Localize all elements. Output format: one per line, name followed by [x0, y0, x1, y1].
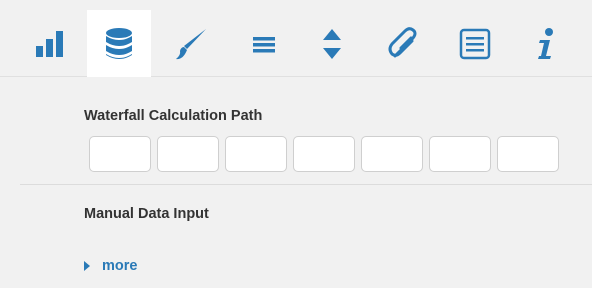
caret-right-icon — [84, 261, 90, 271]
manual-data-section-title: Manual Data Input — [84, 206, 209, 222]
more-toggle[interactable]: more — [84, 258, 137, 274]
path-input[interactable] — [293, 136, 355, 172]
path-input[interactable] — [89, 136, 151, 172]
path-input[interactable] — [225, 136, 287, 172]
tab-style[interactable] — [160, 10, 224, 77]
sort-arrows-icon — [323, 28, 341, 59]
waterfall-section-title: Waterfall Calculation Path — [84, 108, 263, 124]
list-icon — [459, 28, 491, 59]
tab-attachments[interactable] — [372, 10, 436, 77]
path-input[interactable] — [157, 136, 219, 172]
waterfall-path-inputs — [89, 136, 559, 172]
path-input[interactable] — [361, 136, 423, 172]
tab-list[interactable] — [443, 10, 507, 77]
database-icon — [106, 27, 132, 59]
path-input[interactable] — [429, 136, 491, 172]
tab-chart[interactable] — [18, 10, 82, 77]
tab-sort[interactable] — [300, 10, 364, 77]
more-label: more — [102, 258, 138, 274]
menu-lines-icon — [253, 36, 275, 52]
tab-lines[interactable] — [232, 10, 296, 77]
bar-chart-icon — [36, 30, 63, 57]
tab-info[interactable] — [514, 10, 578, 77]
path-input[interactable] — [497, 136, 559, 172]
section-divider — [20, 184, 592, 185]
paperclip-icon — [388, 26, 417, 57]
brush-icon — [176, 28, 206, 59]
tab-data[interactable] — [87, 10, 151, 77]
info-icon — [538, 27, 553, 59]
